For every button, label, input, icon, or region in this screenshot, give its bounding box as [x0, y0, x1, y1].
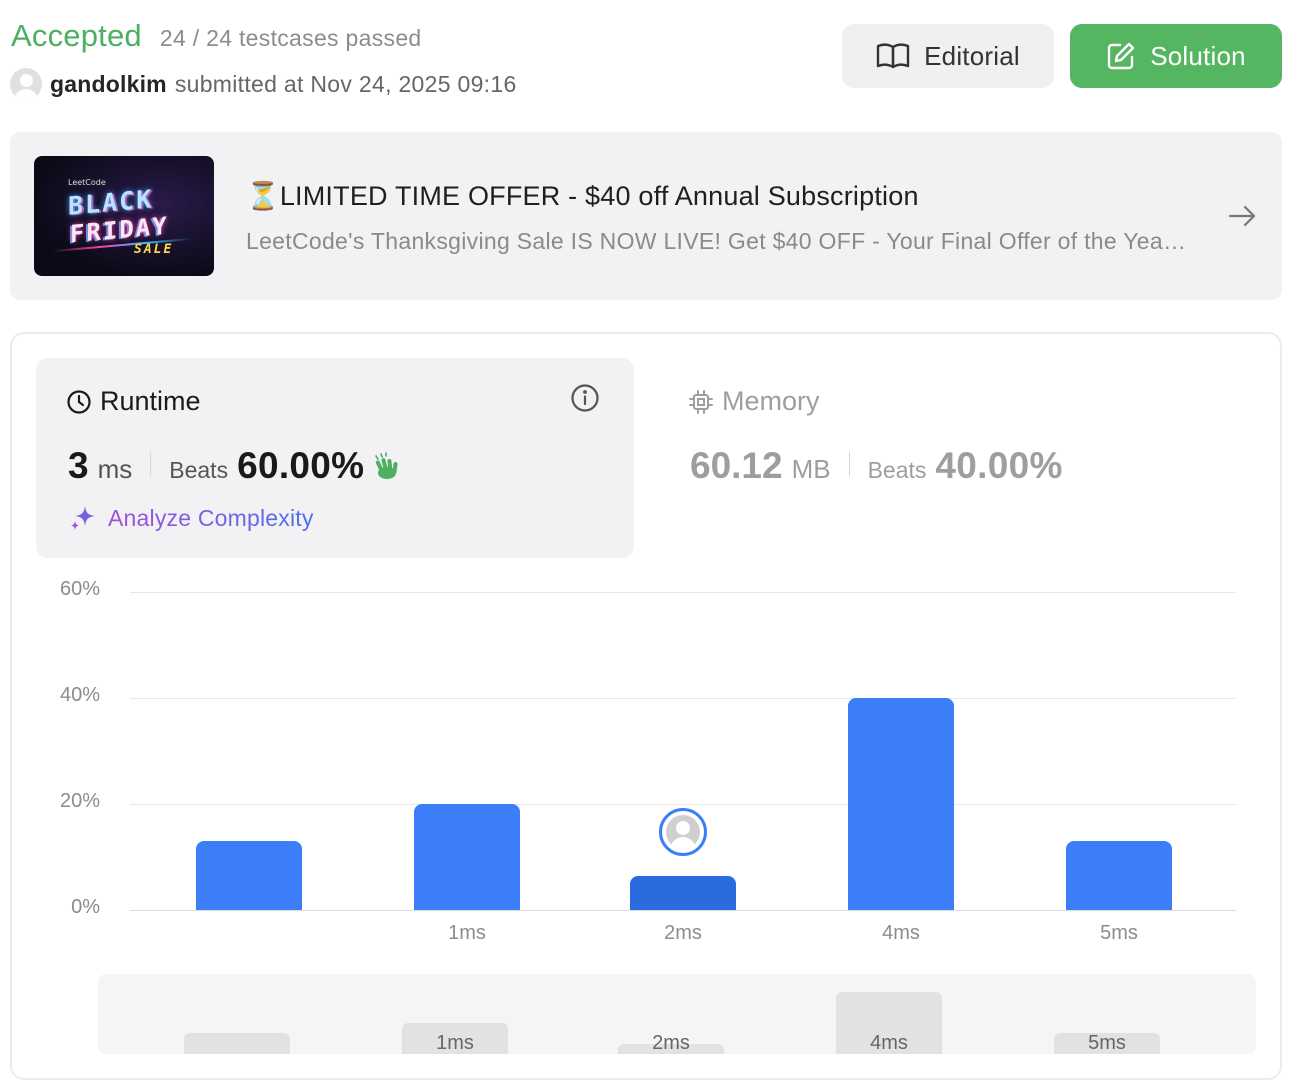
y-tick-label: 40% [59, 684, 100, 706]
y-tick-label: 0% [71, 896, 100, 918]
x-tick-label: 1ms [448, 922, 486, 944]
overview-label: 5ms [1088, 1032, 1126, 1054]
grid-line [130, 698, 1236, 699]
bar-1ms[interactable] [414, 804, 520, 910]
bar-2ms[interactable] [630, 875, 736, 910]
x-tick-label: 5ms [1100, 922, 1138, 944]
grid-line [130, 910, 1236, 911]
overview-label: 1ms [436, 1032, 474, 1054]
bar-first[interactable] [196, 841, 302, 910]
x-tick-label: 2ms [664, 922, 702, 944]
y-tick-label: 60% [59, 578, 100, 600]
your-submission-marker[interactable] [659, 807, 707, 856]
bar-5ms[interactable] [1066, 841, 1172, 910]
x-tick-label: 4ms [882, 922, 920, 944]
runtime-distribution-chart: 0% 20% 40% 60% 1ms 2ms 4ms 5ms [0, 0, 1300, 1088]
chart-overview-scrollbar[interactable]: 1ms 2ms 4ms 5ms [98, 974, 1256, 1054]
overview-label: 2ms [652, 1032, 690, 1054]
overview-bar [184, 1033, 290, 1054]
overview-label: 4ms [870, 1032, 908, 1054]
y-tick-label: 20% [59, 790, 100, 812]
grid-line [130, 592, 1236, 593]
grid-line [130, 804, 1236, 805]
bar-4ms[interactable] [848, 698, 954, 910]
